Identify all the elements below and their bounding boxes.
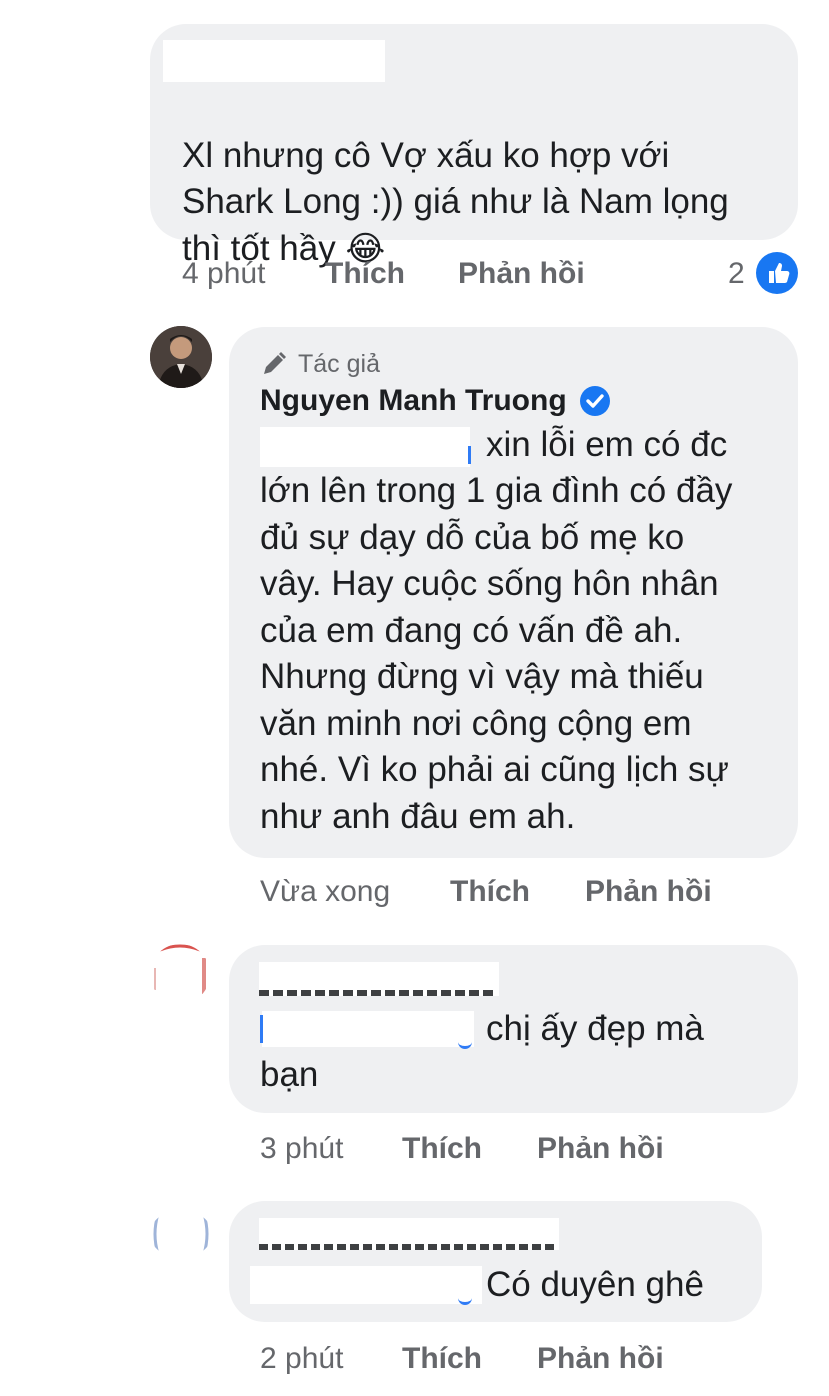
comment-text-first-line: chị ấy đẹp mà [486, 1009, 704, 1048]
comment-actions: 2 phút Thích Phản hồi [0, 1342, 829, 1382]
comment-actions: 3 phút Thích Phản hồi [0, 1132, 829, 1172]
comment-text-first-line: Có duyên ghê [486, 1265, 704, 1304]
avatar[interactable] [150, 1210, 212, 1258]
comment-actions: 4 phút Thích Phản hồi 2 [0, 257, 829, 297]
comment-text: bạn [260, 1055, 319, 1094]
redacted-mention [262, 1011, 474, 1047]
mention-link-fragment[interactable] [260, 1015, 263, 1043]
author-name-row: Nguyen Manh Truong [260, 380, 611, 422]
reply-button[interactable]: Phản hồi [537, 1342, 664, 1376]
comment-text-first-line: xin lỗi em có đc [486, 425, 728, 464]
like-reaction-icon[interactable] [756, 252, 798, 294]
redacted-mention [250, 1266, 482, 1304]
redacted-commenter-name[interactable] [259, 962, 499, 996]
author-badge-label: Tác giả [298, 349, 380, 378]
comment-text: Xl nhưng cô Vợ xấu ko hợp với Shark Long… [182, 135, 729, 268]
author-badge: Tác giả [260, 348, 380, 380]
comment-time[interactable]: 4 phút [182, 257, 265, 291]
comment-time[interactable]: Vừa xong [260, 875, 390, 909]
comment-time[interactable]: 3 phút [260, 1132, 343, 1166]
redacted-commenter-name[interactable] [259, 1218, 559, 1250]
redacted-mention [260, 427, 470, 467]
reply-button[interactable]: Phản hồi [585, 875, 712, 909]
mention-link-fragment[interactable] [468, 446, 471, 464]
like-button[interactable]: Thích [402, 1132, 482, 1166]
like-button[interactable]: Thích [450, 875, 530, 909]
like-button[interactable]: Thích [402, 1342, 482, 1376]
comment-actions: Vừa xong Thích Phản hồi [0, 875, 829, 915]
avatar[interactable] [150, 944, 210, 1004]
like-button[interactable]: Thích [325, 257, 405, 291]
comment-time[interactable]: 2 phút [260, 1342, 343, 1376]
redacted-commenter-name [163, 40, 385, 82]
reply-button[interactable]: Phản hồi [537, 1132, 664, 1166]
author-name[interactable]: Nguyen Manh Truong [260, 384, 567, 418]
avatar[interactable] [150, 326, 212, 388]
pencil-icon [260, 350, 288, 378]
comment-text: lớn lên trong 1 gia đình có đầy đủ sự dạ… [260, 471, 733, 836]
verified-badge-icon [579, 385, 611, 417]
reaction-count[interactable]: 2 [728, 257, 745, 291]
reply-button[interactable]: Phản hồi [458, 257, 585, 291]
